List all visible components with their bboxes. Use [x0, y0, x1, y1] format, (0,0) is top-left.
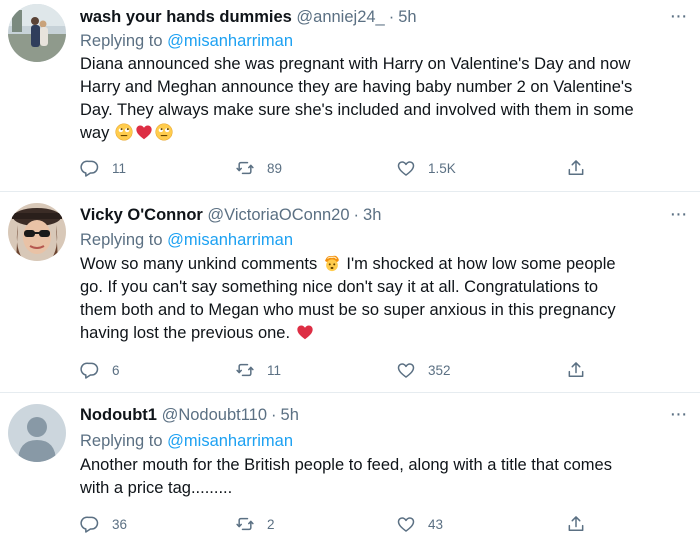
red-heart-emoji: [296, 323, 314, 341]
text-line: Harry and Meghan announce they are havin…: [80, 78, 633, 96]
avatar[interactable]: [8, 203, 66, 261]
reply-count: 36: [112, 516, 128, 532]
reply-button[interactable]: 36: [80, 512, 127, 536]
text-line-first: Wow so many unkind comments I'm shocked …: [80, 253, 690, 276]
replying-to: Replying to @misanharriman: [80, 30, 293, 52]
avatar-image: [8, 203, 66, 261]
tweet-header: Nodoubt1 @Nodoubt110 · 5h: [80, 404, 299, 426]
like-count: 352: [428, 362, 451, 378]
like-count: 1.5K: [428, 160, 456, 176]
separator-dot: ·: [271, 406, 277, 424]
heart-icon: [396, 158, 416, 178]
more-options-icon[interactable]: ···: [666, 404, 690, 424]
tweet-text: Diana announced she was pregnant with Ha…: [80, 53, 690, 145]
exploding-head-emoji: [323, 254, 341, 272]
avatar[interactable]: [8, 404, 66, 462]
share-icon: [566, 158, 586, 178]
tweet-text: Wow so many unkind comments I'm shocked …: [80, 253, 690, 345]
tweet-text: Another mouth for the British people to …: [80, 454, 690, 500]
text-line: them both and to Megan who must be so su…: [80, 301, 616, 319]
reply-count: 11: [112, 160, 127, 176]
rolling-eyes-emoji: [115, 123, 133, 141]
heart-icon: [396, 514, 416, 534]
like-count: 43: [428, 516, 444, 532]
retweet-icon: [235, 158, 255, 178]
tweet-header: wash your hands dummies @anniej24_ · 5h: [80, 6, 417, 28]
timestamp[interactable]: 5h: [281, 406, 299, 424]
reply-button[interactable]: 11: [80, 156, 126, 180]
heart-icon: [396, 360, 416, 380]
text-line: having lost the previous one.: [80, 324, 291, 342]
timestamp[interactable]: 3h: [363, 206, 381, 224]
retweet-button[interactable]: 11: [235, 358, 281, 382]
retweet-button[interactable]: 89: [235, 156, 282, 180]
more-options-icon[interactable]: ···: [666, 204, 690, 224]
reply-icon: [80, 360, 100, 380]
like-button[interactable]: 1.5K: [396, 156, 456, 180]
text-line: way: [80, 124, 110, 142]
mention-link[interactable]: @misanharriman: [167, 231, 293, 249]
user-handle[interactable]: @anniej24_: [296, 8, 384, 26]
share-button[interactable]: [566, 156, 586, 180]
reply-icon: [80, 514, 100, 534]
display-name[interactable]: Vicky O'Connor: [80, 206, 203, 224]
replying-to-label: Replying to: [80, 432, 163, 450]
action-bar: 11 89 1.5K: [80, 156, 640, 180]
reply-icon: [80, 158, 100, 178]
share-button[interactable]: [566, 358, 586, 382]
user-handle[interactable]: @Nodoubt110: [162, 406, 267, 424]
tweet[interactable]: wash your hands dummies @anniej24_ · 5h ··…: [0, 0, 700, 188]
more-options-icon[interactable]: ···: [666, 6, 690, 26]
text-line-last: having lost the previous one.: [80, 322, 690, 345]
share-button[interactable]: [566, 512, 586, 536]
rolling-eyes-emoji: [155, 123, 173, 141]
separator-dot: ·: [388, 8, 395, 26]
action-bar: 36 2 43: [80, 512, 640, 536]
retweet-count: 2: [267, 516, 275, 532]
retweet-button[interactable]: 2: [235, 512, 275, 536]
retweet-count: 11: [267, 362, 282, 378]
retweet-icon: [235, 360, 255, 380]
text-line: I'm shocked at how low some people: [346, 255, 616, 273]
text-line: Diana announced she was pregnant with Ha…: [80, 55, 631, 73]
separator-dot: ·: [353, 206, 360, 224]
default-avatar-icon: [8, 404, 66, 462]
replying-to: Replying to @misanharriman: [80, 430, 293, 452]
action-bar: 6 11 352: [80, 358, 640, 382]
timestamp[interactable]: 5h: [398, 8, 416, 26]
display-name[interactable]: wash your hands dummies: [80, 8, 292, 26]
reply-count: 6: [112, 362, 120, 378]
replying-to-label: Replying to: [80, 231, 163, 249]
retweet-icon: [235, 514, 255, 534]
avatar[interactable]: [8, 4, 66, 62]
like-button[interactable]: 43: [396, 512, 443, 536]
like-button[interactable]: 352: [396, 358, 451, 382]
mention-link[interactable]: @misanharriman: [167, 32, 293, 50]
user-handle[interactable]: @VictoriaOConn20: [207, 206, 349, 224]
text-line: Wow so many unkind comments: [80, 255, 318, 273]
tweet[interactable]: Vicky O'Connor @VictoriaOConn20 · 3h ··· R…: [0, 192, 700, 390]
text-line: Another mouth for the British people to …: [80, 456, 612, 474]
share-icon: [566, 360, 586, 380]
avatar-image: [8, 4, 66, 62]
tweet[interactable]: Nodoubt1 @Nodoubt110 · 5h ··· Replying to …: [0, 393, 700, 541]
text-line: go. If you can't say something nice don'…: [80, 278, 599, 296]
text-line-last: way: [80, 122, 690, 145]
reply-button[interactable]: 6: [80, 358, 120, 382]
red-heart-emoji: [135, 123, 153, 141]
replying-to-label: Replying to: [80, 32, 163, 50]
text-line: with a price tag.........: [80, 479, 233, 497]
mention-link[interactable]: @misanharriman: [167, 432, 293, 450]
display-name[interactable]: Nodoubt1: [80, 406, 157, 424]
retweet-count: 89: [267, 160, 283, 176]
tweet-header: Vicky O'Connor @VictoriaOConn20 · 3h: [80, 204, 381, 226]
share-icon: [566, 514, 586, 534]
text-line: Day. They always make sure she's include…: [80, 101, 634, 119]
replying-to: Replying to @misanharriman: [80, 229, 293, 251]
